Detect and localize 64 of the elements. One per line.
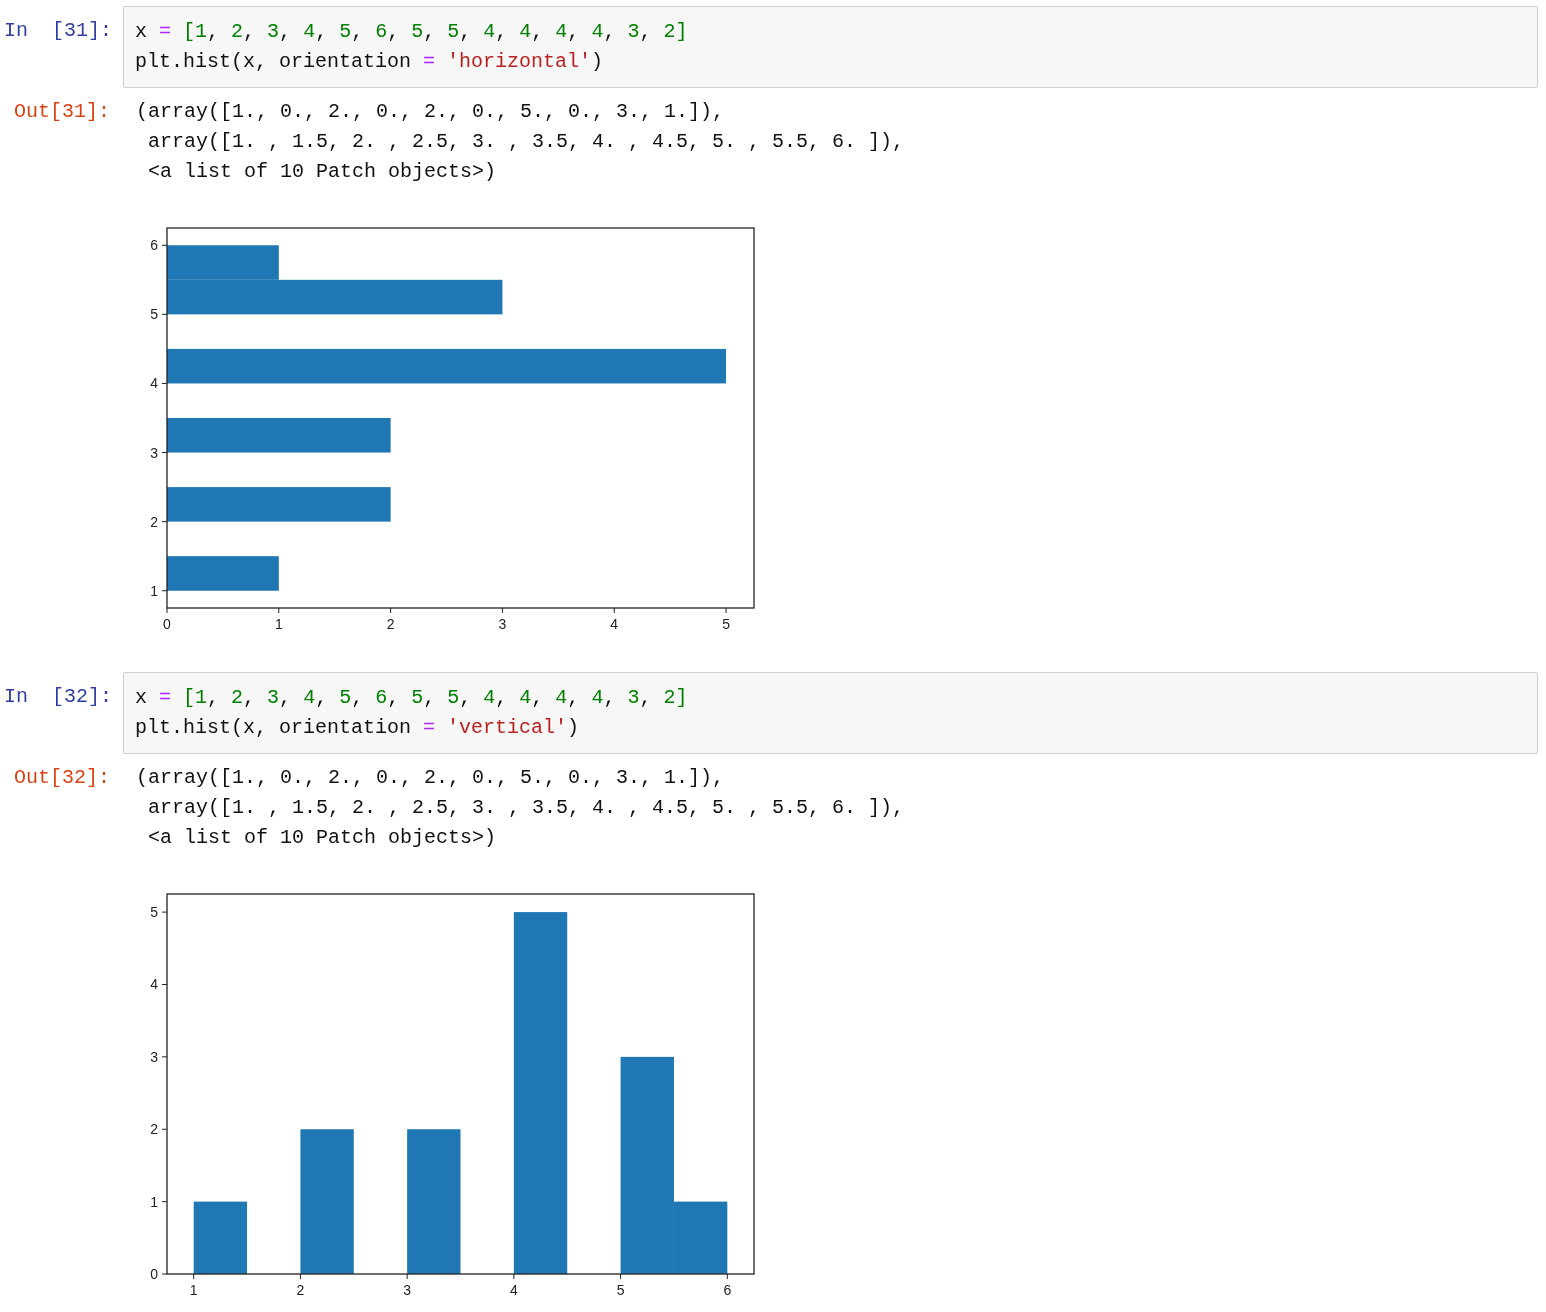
tick-mark	[193, 1273, 195, 1280]
code-line: plt.hist(x, orientation = 'horizontal')	[135, 49, 605, 75]
tick-label: 2	[150, 1121, 158, 1138]
code-line: x = [1, 2, 3, 4, 5, 6, 5, 5, 4, 4, 4, 4, 3, 2]	[135, 685, 689, 711]
output-prompt: Out[32]:	[13, 765, 111, 791]
tick-label: 5	[150, 904, 158, 921]
tick-label: 1	[189, 1282, 198, 1298]
tick-label: 4	[610, 616, 619, 632]
output-line: (array([1., 0., 2., 0., 2., 0., 5., 0., 3., 1.]),	[136, 99, 726, 125]
tick-mark	[513, 1273, 515, 1280]
tick-label: 2	[150, 513, 158, 530]
input-prompt: In [31]:	[3, 18, 114, 44]
tick-label: 4	[509, 1282, 518, 1298]
tick-label: 1	[274, 616, 283, 632]
output-prompt: Out[31]:	[13, 99, 111, 125]
tick-mark	[161, 1128, 168, 1130]
tick-mark	[390, 607, 392, 614]
tick-label: 3	[150, 1048, 158, 1065]
code-cell[interactable]: x = [1, 2, 3, 4, 5, 6, 5, 5, 4, 4, 4, 4, 3, 2] plt.hist(x, orientation = 'horizontal')	[123, 6, 1538, 88]
tick-label: 5	[616, 1282, 625, 1298]
tick-mark	[299, 1273, 301, 1280]
output-line: <a list of 10 Patch objects>)	[147, 159, 498, 185]
tick-label: 3	[498, 616, 507, 632]
code-line: x = [1, 2, 3, 4, 5, 6, 5, 5, 4, 4, 4, 4, 3, 2]	[135, 19, 689, 45]
tick-mark	[406, 1273, 408, 1280]
tick-label: 4	[150, 976, 158, 993]
tick-label: 4	[150, 375, 158, 392]
tick-mark	[161, 452, 168, 454]
tick-label: 6	[150, 237, 158, 254]
tick-mark	[726, 1273, 728, 1280]
output-line: array([1. , 1.5, 2. , 2.5, 3. , 3.5, 4. , 4.5, 5. , 5.5, 6. ]),	[147, 795, 905, 821]
tick-mark	[501, 607, 503, 614]
tick-label: 1	[150, 1193, 158, 1210]
tick-mark	[161, 521, 168, 523]
tick-mark	[161, 911, 168, 913]
tick-mark	[278, 607, 280, 614]
tick-mark	[166, 607, 168, 614]
tick-label: 5	[722, 616, 730, 632]
tick-mark	[620, 1273, 622, 1280]
output-line: (array([1., 0., 2., 0., 2., 0., 5., 0., 3., 1.]),	[136, 765, 726, 791]
tick-label: 1	[150, 582, 158, 599]
code-line: plt.hist(x, orientation = 'vertical')	[135, 715, 581, 741]
tick-mark	[161, 1056, 168, 1058]
tick-label: 3	[150, 444, 158, 461]
tick-label: 2	[296, 1282, 305, 1298]
tick-mark	[161, 382, 168, 384]
output-line: array([1. , 1.5, 2. , 2.5, 3. , 3.5, 4. , 4.5, 5. , 5.5, 6. ]),	[147, 129, 905, 155]
tick-mark	[161, 313, 168, 315]
input-prompt: In [32]:	[3, 684, 114, 710]
tick-mark	[161, 1201, 168, 1203]
tick-mark	[613, 607, 615, 614]
code-cell[interactable]: x = [1, 2, 3, 4, 5, 6, 5, 5, 4, 4, 4, 4, 3, 2] plt.hist(x, orientation = 'vertical')	[123, 672, 1538, 754]
tick-label: 5	[150, 306, 158, 323]
tick-label: 0	[150, 1266, 158, 1282]
tick-label: 6	[723, 1282, 732, 1298]
tick-label: 0	[163, 616, 171, 632]
output-line: <a list of 10 Patch objects>)	[147, 825, 498, 851]
tick-label: 3	[403, 1282, 412, 1298]
tick-mark	[161, 590, 168, 592]
tick-mark	[161, 1273, 168, 1275]
tick-mark	[161, 244, 168, 246]
tick-mark	[161, 984, 168, 985]
tick-mark	[725, 607, 727, 614]
tick-label: 2	[386, 616, 395, 632]
